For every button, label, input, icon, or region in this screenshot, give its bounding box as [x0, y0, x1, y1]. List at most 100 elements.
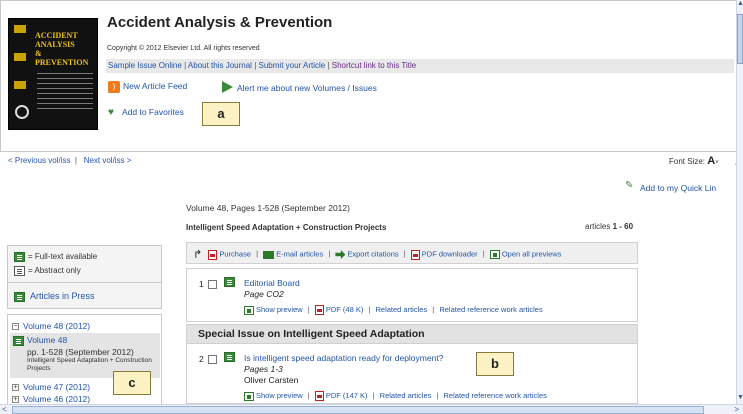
export-citations-button[interactable]: Export citations	[347, 249, 398, 258]
font-size-small-button[interactable]: A	[707, 155, 715, 167]
expand-icon[interactable]: +	[12, 384, 19, 392]
alert-flag-icon[interactable]	[222, 81, 233, 93]
about-journal-link[interactable]: About this Journal	[188, 61, 252, 70]
scroll-thumb[interactable]	[737, 14, 743, 64]
heart-icon[interactable]: ♥	[108, 107, 114, 118]
new-article-feed-link[interactable]: New Article Feed	[123, 81, 187, 91]
legend-abstract-label: = Abstract only	[28, 266, 81, 276]
quick-link-icon[interactable]: ✎	[625, 180, 633, 191]
article-count: articles 1 - 60	[585, 222, 633, 231]
article-title-link[interactable]: Editorial Board	[244, 278, 300, 288]
cover-title: ACCIDENT ANALYSIS & PREVENTION	[35, 31, 89, 67]
related-reference-link[interactable]: Related reference work articles	[444, 391, 547, 400]
article-checkbox[interactable]	[208, 280, 218, 290]
list-item: 1 Editorial Board Page CO2 Show preview …	[186, 268, 638, 322]
pdf-icon	[314, 391, 324, 402]
previous-volume-link[interactable]: < Previous vol/iss	[8, 156, 70, 165]
show-preview-link[interactable]: Show preview	[256, 391, 303, 400]
article-count-label: articles	[585, 222, 611, 231]
expand-icon[interactable]: +	[12, 396, 19, 404]
volume-46-item[interactable]: + Volume 46 (2012)	[12, 394, 90, 404]
volume-48-label[interactable]: Volume 48	[27, 335, 67, 345]
page-title: Accident Analysis & Prevention	[107, 14, 333, 31]
article-author: Oliver Carsten	[244, 375, 299, 385]
scroll-right-icon[interactable]: >	[734, 405, 739, 414]
related-reference-link[interactable]: Related reference work articles	[439, 305, 542, 314]
volume-48-pages: pp. 1-528 (September 2012)	[27, 346, 134, 357]
font-size-label: Font Size:	[669, 157, 706, 166]
pdf-downloader-button[interactable]: PDF downloader	[422, 249, 478, 258]
export-icon	[335, 250, 346, 259]
abstract-only-icon	[14, 266, 25, 276]
pdf-link[interactable]: PDF (147 K)	[326, 391, 368, 400]
volume-pager: < Previous vol/iss | Next vol/iss >	[8, 156, 132, 165]
volume-47-item[interactable]: + Volume 47 (2012)	[12, 382, 90, 392]
volume-47-label[interactable]: Volume 47 (2012)	[23, 382, 90, 392]
list-item: 2 Is intelligent speed adaptation ready …	[186, 344, 638, 404]
journal-cover-image[interactable]: ACCIDENT ANALYSIS & PREVENTION	[8, 18, 98, 130]
select-arrow-icon: ↱	[193, 249, 203, 261]
preview-icon	[489, 250, 500, 259]
open-all-previews-button[interactable]: Open all previews	[502, 249, 562, 258]
article-toolbar: ↱ Purchase | E-mail articles | Export ci…	[186, 242, 638, 264]
pdf-link[interactable]: PDF (48 K)	[326, 305, 364, 314]
volume-48-year-item[interactable]: − Volume 48 (2012)	[12, 321, 90, 331]
preview-icon	[244, 391, 254, 401]
legend-full-text-label: = Full-text available	[28, 252, 98, 262]
pdf-icon	[208, 249, 218, 260]
full-text-icon	[14, 252, 25, 262]
legend-box: = Full-text available = Abstract only Ar…	[7, 245, 162, 309]
full-text-icon	[224, 277, 235, 287]
add-to-quick-links-link[interactable]: Add to my Quick Lin	[640, 183, 716, 193]
article-checkbox[interactable]	[208, 355, 218, 365]
article-links: Show preview | PDF (147 K) | Related art…	[244, 391, 547, 402]
add-to-favorites-link[interactable]: Add to Favorites	[122, 107, 184, 117]
section-header: Special Issue on Intelligent Speed Adapt…	[186, 324, 638, 344]
submit-article-link[interactable]: Submit your Article	[259, 61, 326, 70]
full-text-icon	[14, 291, 25, 302]
scroll-down-icon[interactable]: ▼	[737, 394, 743, 404]
journal-nav-links: Sample Issue Online | About this Journal…	[106, 59, 734, 73]
articles-in-press-link[interactable]: Articles in Press	[8, 282, 161, 308]
collapse-icon[interactable]: −	[12, 323, 19, 331]
purchase-button[interactable]: Purchase	[219, 249, 251, 258]
pdf-icon	[410, 249, 420, 260]
preview-icon	[244, 305, 254, 315]
next-volume-link[interactable]: Next vol/iss >	[84, 156, 132, 165]
article-count-range: 1 - 60	[612, 222, 634, 231]
horizontal-scroll-thumb[interactable]	[12, 406, 704, 414]
vertical-scrollbar[interactable]: ▲ ▼	[736, 0, 743, 404]
sample-issue-link[interactable]: Sample Issue Online	[108, 61, 182, 70]
cover-badge-icon	[15, 105, 29, 119]
scroll-up-icon[interactable]: ▲	[737, 0, 743, 10]
article-number: 1	[199, 279, 218, 290]
horizontal-scrollbar[interactable]: < >	[0, 404, 743, 414]
legend-full-text: = Full-text available	[14, 252, 97, 262]
callout-c: c	[113, 371, 151, 395]
full-text-icon	[13, 335, 24, 346]
related-articles-link[interactable]: Related articles	[376, 305, 428, 314]
related-articles-link[interactable]: Related articles	[380, 391, 432, 400]
article-links: Show preview | PDF (48 K) | Related arti…	[244, 305, 543, 316]
show-preview-link[interactable]: Show preview	[256, 305, 303, 314]
shortcut-link[interactable]: Shortcut link to this Title	[332, 61, 416, 70]
font-size-control: Font Size: A˅ A	[669, 152, 743, 168]
full-text-icon	[224, 352, 235, 362]
volume-48-year-label[interactable]: Volume 48 (2012)	[23, 321, 90, 331]
legend-abstract: = Abstract only	[14, 266, 81, 276]
pdf-icon	[314, 305, 324, 316]
article-title-link[interactable]: Is intelligent speed adaptation ready fo…	[244, 353, 443, 363]
article-pages: Pages 1-3	[244, 364, 283, 374]
alert-me-link[interactable]: Alert me about new Volumes / Issues	[237, 83, 377, 93]
volume-heading: Volume 48, Pages 1-528 (September 2012)	[186, 203, 350, 213]
articles-in-press-label[interactable]: Articles in Press	[30, 291, 95, 301]
article-pages: Page CO2	[244, 289, 284, 299]
issue-title: Intelligent Speed Adaptation + Construct…	[186, 223, 387, 232]
email-articles-button[interactable]: E-mail articles	[276, 249, 323, 258]
scroll-left-icon[interactable]: <	[2, 405, 7, 414]
cover-text-lines	[37, 73, 93, 113]
rss-icon[interactable]: )	[108, 81, 120, 93]
volume-46-label[interactable]: Volume 46 (2012)	[23, 394, 90, 404]
copyright-text: Copyright © 2012 Elsevier Ltd. All right…	[107, 45, 260, 52]
email-icon	[263, 250, 275, 259]
